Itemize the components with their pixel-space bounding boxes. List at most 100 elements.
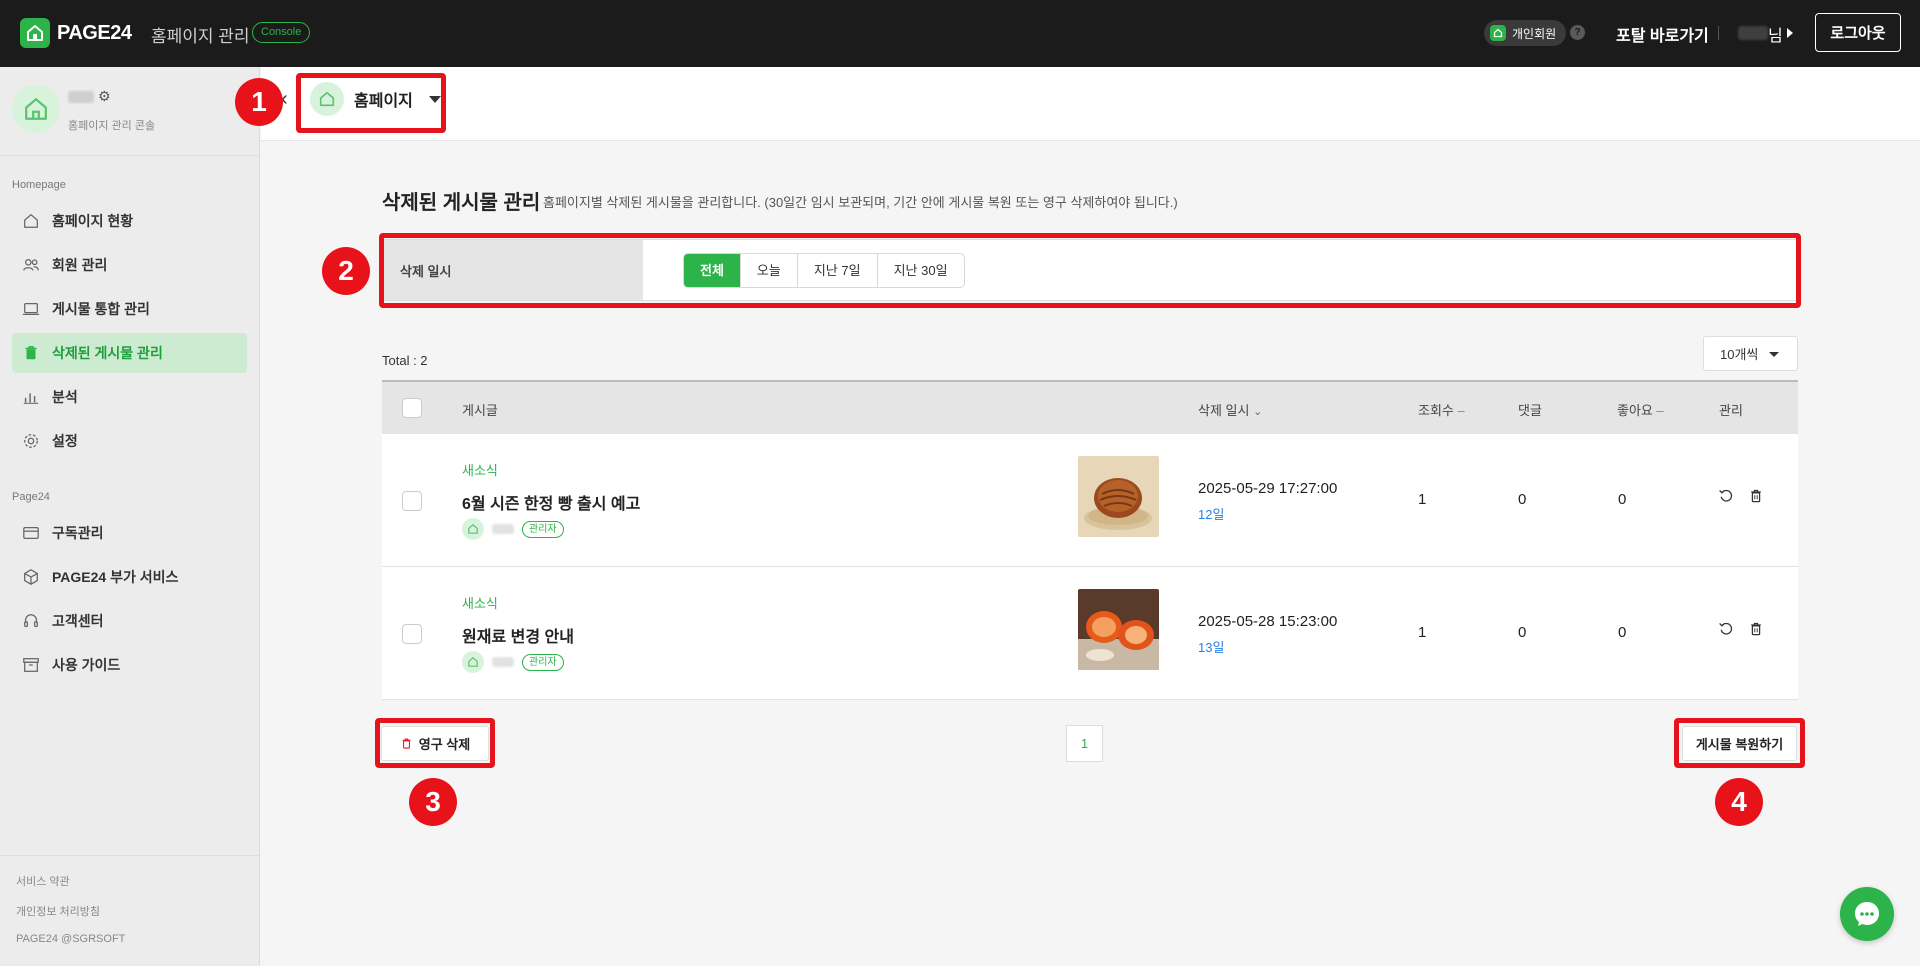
per-page-value: 10개씩	[1720, 347, 1759, 362]
page-title: 삭제된 게시물 관리	[382, 192, 541, 214]
filter-option-today[interactable]: 오늘	[741, 254, 798, 287]
trash-icon[interactable]	[1748, 621, 1764, 637]
sort-icon: –	[1457, 403, 1465, 418]
brand-name[interactable]: PAGE24	[57, 22, 132, 45]
sidebar-item-label: PAGE24 부가 서비스	[52, 569, 179, 585]
post-title[interactable]: 원재료 변경 안내	[462, 623, 574, 647]
restore-icon[interactable]	[1718, 488, 1734, 504]
sidebar-item-members[interactable]: 회원 관리	[12, 245, 247, 285]
comments-count: 0	[1518, 624, 1527, 641]
home-icon	[462, 518, 484, 540]
sidebar-item-settings[interactable]: 설정	[12, 421, 247, 461]
trash-icon	[25, 345, 37, 360]
header-post: 게시글	[462, 403, 498, 418]
sidebar-item-homepage-status[interactable]: 홈페이지 현황	[12, 201, 247, 241]
user-name-redacted	[1738, 26, 1768, 40]
caret-right-icon[interactable]	[1787, 28, 1793, 38]
page24-logo-icon[interactable]	[20, 18, 50, 48]
sidebar-item-posts[interactable]: 게시물 통합 관리	[12, 289, 247, 329]
table-row: 새소식 6월 시즌 한정 빵 출시 예고 관리자 2025-05-29 17:2…	[382, 434, 1798, 567]
users-icon	[23, 258, 39, 271]
sidebar-item-label: 사용 가이드	[52, 657, 121, 673]
gear-icon[interactable]: ⚙	[98, 88, 111, 105]
chat-icon	[1855, 902, 1879, 926]
post-title[interactable]: 6월 시즌 한정 빵 출시 예고	[462, 490, 640, 514]
role-badge: 관리자	[522, 520, 564, 538]
header-deleted-at[interactable]: 삭제 일시 ⌄	[1198, 400, 1262, 419]
author-name-redacted	[492, 524, 514, 534]
sidebar-item-support[interactable]: 고객센터	[12, 601, 247, 641]
permanent-delete-label: 영구 삭제	[418, 737, 471, 752]
post-category: 새소식	[462, 596, 498, 611]
filter-label: 삭제 일시	[383, 240, 643, 300]
sidebar-item-subscription[interactable]: 구독관리	[12, 513, 247, 553]
views-count: 1	[1418, 491, 1427, 508]
row-checkbox[interactable]	[402, 491, 422, 511]
chevron-down-icon	[1769, 352, 1779, 357]
site-avatar	[12, 85, 60, 133]
box-icon	[24, 569, 38, 585]
header-views[interactable]: 조회수 –	[1418, 400, 1465, 419]
row-actions	[1718, 621, 1764, 637]
restore-icon[interactable]	[1718, 621, 1734, 637]
sidebar-item-analytics[interactable]: 분석	[12, 377, 247, 417]
row-checkbox[interactable]	[402, 624, 422, 644]
pagination-page[interactable]: 1	[1066, 725, 1103, 762]
home-icon	[24, 214, 38, 228]
row-actions	[1718, 488, 1764, 504]
annotation-marker-4: 4	[1715, 778, 1763, 826]
author-name-redacted	[492, 657, 514, 667]
sidebar-item-addon-services[interactable]: PAGE24 부가 서비스	[12, 557, 247, 597]
console-badge: Console	[252, 22, 311, 43]
header-deleted-at-label: 삭제 일시	[1198, 403, 1250, 418]
annotation-marker-1: 1	[235, 78, 283, 126]
filter-option-30days[interactable]: 지난 30일	[878, 254, 964, 287]
post-thumbnail	[1078, 589, 1159, 670]
restore-posts-button[interactable]: 게시물 복원하기	[1682, 726, 1797, 761]
home-icon	[462, 651, 484, 673]
portal-link[interactable]: 포탈 바로가기	[1616, 22, 1709, 46]
sidebar-item-label: 게시물 통합 관리	[52, 301, 150, 317]
per-page-select[interactable]: 10개씩	[1703, 336, 1798, 371]
sidebar-item-guide[interactable]: 사용 가이드	[12, 645, 247, 685]
user-suffix[interactable]: 님	[1768, 22, 1783, 46]
site-selector[interactable]: 홈페이지	[310, 82, 441, 116]
header-views-label: 조회수	[1418, 403, 1454, 418]
headset-icon	[24, 614, 38, 628]
filter-option-all[interactable]: 전체	[684, 254, 741, 287]
remaining-days: 13일	[1198, 640, 1225, 655]
logout-button[interactable]: 로그아웃	[1815, 13, 1901, 52]
sort-icon: –	[1656, 403, 1664, 418]
deleted-posts-table: 게시글 삭제 일시 ⌄ 조회수 – 댓글 좋아요 – 관리 새소식 6월 시즌 …	[382, 380, 1798, 700]
sidebar-item-label: 삭제된 게시물 관리	[52, 345, 163, 361]
divider	[0, 155, 259, 156]
chat-button[interactable]	[1840, 887, 1894, 941]
annotation-marker-3: 3	[409, 778, 457, 826]
filter-option-7days[interactable]: 지난 7일	[798, 254, 878, 287]
divider	[1718, 26, 1719, 40]
comments-count: 0	[1518, 491, 1527, 508]
sidebar-item-label: 분석	[52, 389, 78, 405]
gear-icon	[24, 434, 38, 448]
top-bar: PAGE24 홈페이지 관리 Console 개인회원 ? 포탈 바로가기 님 …	[0, 0, 1920, 67]
help-icon[interactable]: ?	[1570, 25, 1585, 40]
trash-icon	[402, 738, 411, 749]
header-likes[interactable]: 좋아요 –	[1617, 400, 1664, 419]
post-category: 새소식	[462, 463, 498, 478]
select-all-checkbox[interactable]	[402, 398, 422, 418]
sidebar-item-deleted-posts[interactable]: 삭제된 게시물 관리	[12, 333, 247, 373]
terms-link[interactable]: 서비스 약관	[16, 873, 70, 889]
permanent-delete-button[interactable]: 영구 삭제	[381, 726, 489, 761]
remaining-days: 12일	[1198, 507, 1225, 522]
likes-count: 0	[1618, 491, 1627, 508]
sidebar-item-label: 회원 관리	[52, 257, 108, 273]
privacy-link[interactable]: 개인정보 처리방침	[16, 903, 100, 919]
table-row: 새소식 원재료 변경 안내 관리자 2025-05-28 15:23:00 13…	[382, 567, 1798, 700]
site-name-redacted	[68, 91, 94, 103]
section-page24: Page24	[12, 491, 50, 503]
post-author: 관리자	[462, 651, 564, 673]
home-icon	[1490, 25, 1506, 41]
post-author: 관리자	[462, 518, 564, 540]
views-count: 1	[1418, 624, 1427, 641]
trash-icon[interactable]	[1748, 488, 1764, 504]
